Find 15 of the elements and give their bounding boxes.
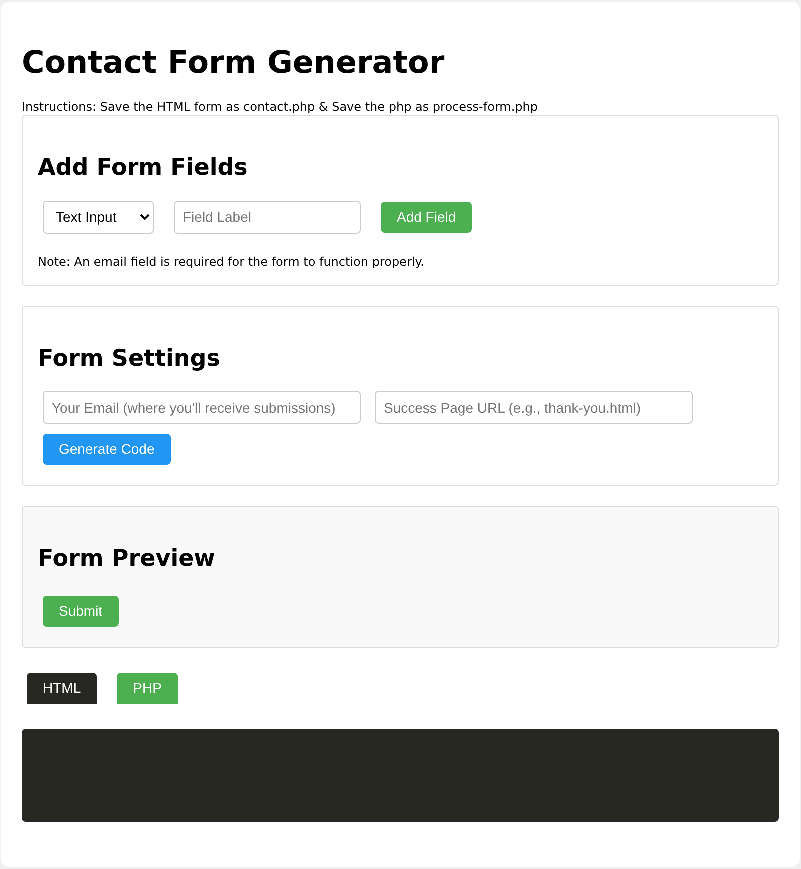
generate-code-button[interactable]: Generate Code	[43, 434, 171, 466]
field-type-select[interactable]: Text Input	[43, 200, 154, 234]
success-url-input[interactable]: Success Page URL (e.g., thank-you.html)	[375, 391, 693, 424]
code-tab[interactable]: PHP	[117, 673, 178, 704]
section-heading: Form Preview	[38, 545, 216, 574]
note-text: Note: An email field is required for the form to function properly.	[38, 254, 426, 270]
section-heading: Add Form Fields	[38, 154, 249, 182]
email-input[interactable]: Your Email (where you'll receive submissions)	[43, 391, 361, 424]
section-heading: Form Settings	[38, 344, 222, 374]
code-tab[interactable]: HTML	[27, 673, 98, 704]
add-field-button[interactable]: Add Field	[381, 202, 472, 232]
submit-button[interactable]: Submit	[43, 596, 119, 627]
field-label-input[interactable]: Field Label	[174, 200, 361, 234]
instructions-text: Instructions: Save the HTML form as contact.php & Save the php as process-form.php	[22, 98, 540, 115]
page-title: Contact Form Generator	[22, 44, 446, 83]
